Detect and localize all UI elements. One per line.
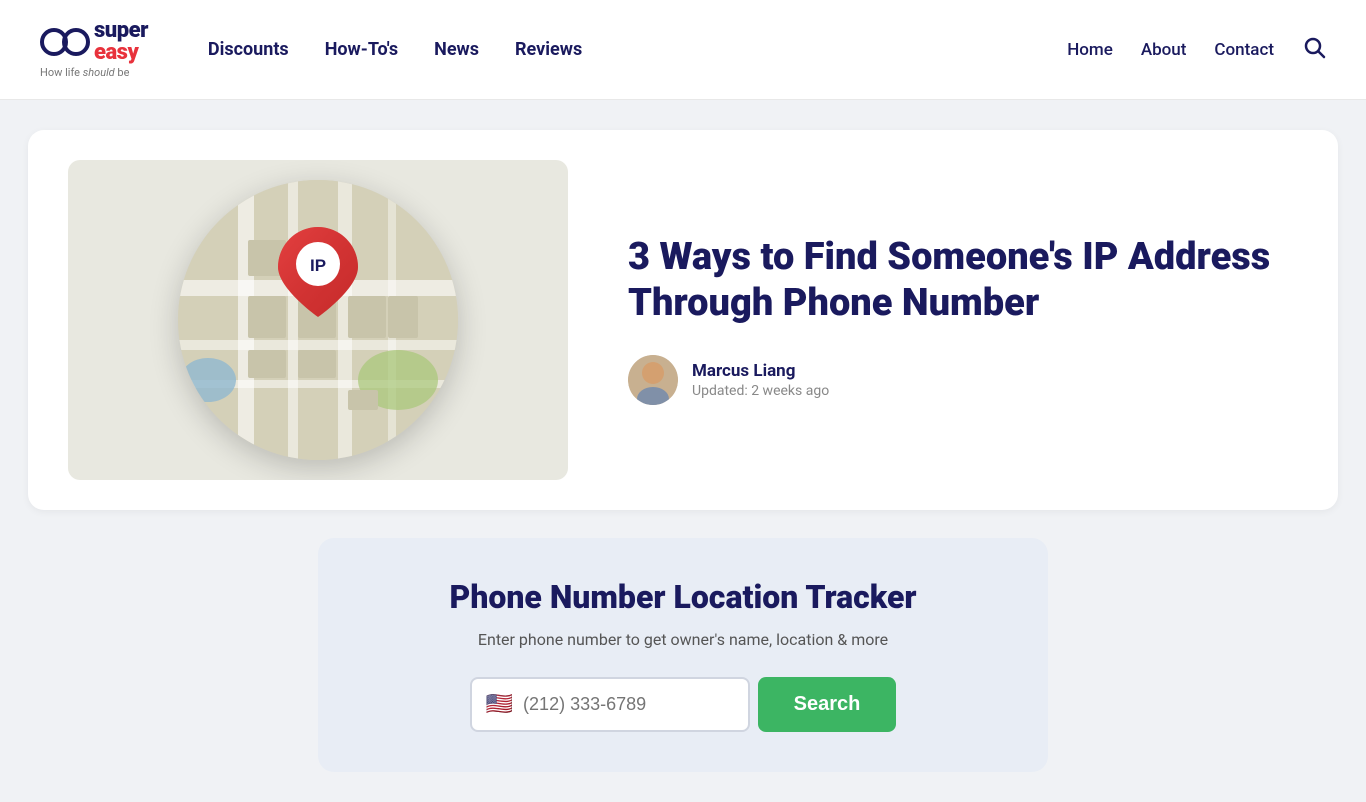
search-button[interactable]: Search <box>758 677 897 732</box>
map-illustration: IP <box>178 180 458 460</box>
logo-super-text: super <box>94 20 148 42</box>
phone-input-wrapper: 🇺🇸 <box>470 677 750 732</box>
author-info: Marcus Liang Updated: 2 weeks ago <box>692 361 829 399</box>
author-avatar <box>628 355 678 405</box>
article-text-block: 3 Ways to Find Someone's IP Address Thro… <box>628 235 1298 404</box>
svg-text:IP: IP <box>310 256 326 275</box>
phone-input[interactable] <box>523 680 734 729</box>
nav-news[interactable]: News <box>434 39 479 60</box>
logo[interactable]: super easy How life should be <box>40 20 148 79</box>
author-name: Marcus Liang <box>692 361 829 381</box>
logo-tagline-em: should <box>83 66 115 79</box>
search-icon <box>1302 35 1326 59</box>
header: super easy How life should be Discounts … <box>0 0 1366 100</box>
nav-reviews[interactable]: Reviews <box>515 39 582 60</box>
tracker-form: 🇺🇸 Search <box>348 677 1018 732</box>
author-row: Marcus Liang Updated: 2 weeks ago <box>628 355 1298 405</box>
nav-howtos[interactable]: How-To's <box>325 39 398 60</box>
search-icon-button[interactable] <box>1302 35 1326 65</box>
logo-tagline: How life should be <box>40 66 129 79</box>
logo-easy-text: easy <box>94 42 148 64</box>
tracker-subtitle: Enter phone number to get owner's name, … <box>348 630 1018 649</box>
article-title: 3 Ways to Find Someone's IP Address Thro… <box>628 235 1298 326</box>
main-nav: Discounts How-To's News Reviews <box>208 39 1067 60</box>
author-updated: Updated: 2 weeks ago <box>692 383 829 399</box>
main-content: IP 3 Ways to Find Someone's IP Address T… <box>0 100 1366 802</box>
nav-about[interactable]: About <box>1141 40 1187 60</box>
tracker-title: Phone Number Location Tracker <box>348 578 1018 616</box>
tracker-widget: Phone Number Location Tracker Enter phon… <box>318 538 1048 772</box>
article-card: IP 3 Ways to Find Someone's IP Address T… <box>28 130 1338 510</box>
right-nav: Home About Contact <box>1067 35 1326 65</box>
location-pin: IP <box>278 222 358 322</box>
flag-icon: 🇺🇸 <box>486 694 513 716</box>
nav-contact[interactable]: Contact <box>1214 40 1274 60</box>
nav-discounts[interactable]: Discounts <box>208 39 289 60</box>
logo-circles <box>40 28 90 56</box>
article-image: IP <box>68 160 568 480</box>
nav-home[interactable]: Home <box>1067 40 1113 60</box>
